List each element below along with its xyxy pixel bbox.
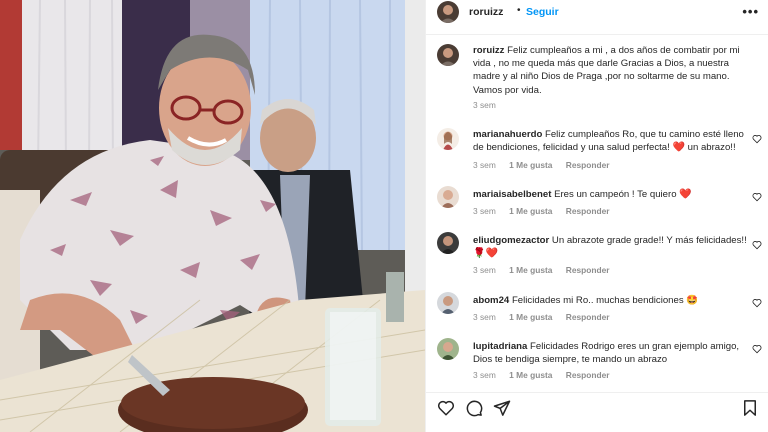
commenter-avatar[interactable] — [437, 186, 459, 208]
comment-heart-icon[interactable] — [752, 192, 762, 202]
comment-text: marianahuerdo Feliz cumpleaños Ro, que t… — [473, 128, 755, 154]
commenter-avatar[interactable] — [437, 292, 459, 314]
red-heart-emoji: ❤️ — [679, 189, 692, 200]
reply-button[interactable]: Responder — [566, 160, 610, 170]
comment-likes[interactable]: 1 Me gusta — [509, 312, 552, 322]
caption-username[interactable]: roruizz — [473, 45, 504, 56]
caption-time: 3 sem — [473, 100, 496, 110]
comment-username[interactable]: abom24 — [473, 295, 509, 306]
reply-button[interactable]: Responder — [566, 312, 610, 322]
red-heart-emoji: ❤️ — [672, 142, 685, 154]
actions-divider — [426, 392, 768, 393]
instagram-post-window: roruizz • Seguir ••• roruizz Feliz cumpl… — [0, 0, 768, 432]
caption-avatar[interactable] — [437, 44, 459, 66]
comment: lupitadriana Felicidades Rodrigo eres un… — [426, 338, 768, 384]
post-header: roruizz • Seguir ••• — [426, 0, 768, 26]
commenter-avatar[interactable] — [437, 232, 459, 254]
comment-username[interactable]: mariaisabelbenet — [473, 189, 551, 200]
comment: marianahuerdo Feliz cumpleaños Ro, que t… — [426, 128, 768, 174]
comment-text: eliudgomezactor Un abrazote grade grade!… — [473, 234, 755, 260]
reply-button[interactable]: Responder — [566, 206, 610, 216]
comment-heart-icon[interactable] — [752, 344, 762, 354]
comment-heart-icon[interactable] — [752, 240, 762, 250]
rose-heart-emoji: 🌹❤️ — [473, 248, 498, 260]
commenter-avatar[interactable] — [437, 128, 459, 150]
heart-icon[interactable] — [437, 399, 455, 417]
header-divider — [426, 34, 768, 35]
comment: abom24 Felicidades mi Ro.. muchas bendic… — [426, 292, 768, 324]
comment-likes[interactable]: 1 Me gusta — [509, 265, 552, 275]
comment-body: Felicidades mi Ro.. muchas bendiciones — [511, 295, 684, 306]
comment-likes[interactable]: 1 Me gusta — [509, 160, 552, 170]
reply-button[interactable]: Responder — [566, 265, 610, 275]
post-photo[interactable] — [0, 0, 425, 432]
comment-time: 3 sem — [473, 206, 496, 216]
comment-meta: 3 sem 1 Me gusta Responder — [473, 160, 621, 170]
share-icon[interactable] — [493, 399, 511, 417]
more-options-icon[interactable]: ••• — [742, 4, 759, 19]
author-avatar[interactable] — [437, 1, 459, 23]
comment-meta: 3 sem 1 Me gusta Responder — [473, 206, 621, 216]
comment-text: abom24 Felicidades mi Ro.. muchas bendic… — [473, 294, 755, 307]
comment-meta: 3 sem 1 Me gusta Responder — [473, 370, 621, 380]
birthday-photo-image — [0, 0, 425, 432]
comment-text: lupitadriana Felicidades Rodrigo eres un… — [473, 340, 755, 366]
comment-time: 3 sem — [473, 160, 496, 170]
comment-likes[interactable]: 1 Me gusta — [509, 370, 552, 380]
comment-text: mariaisabelbenet Eres un campeón ! Te qu… — [473, 188, 755, 201]
separator-dot: • — [517, 5, 521, 16]
comment: eliudgomezactor Un abrazote grade grade!… — [426, 232, 768, 278]
follow-button[interactable]: Seguir — [526, 6, 559, 18]
comment-body-tail: un abrazo!! — [684, 142, 736, 154]
commenter-avatar[interactable] — [437, 338, 459, 360]
comment-heart-icon[interactable] — [752, 134, 762, 144]
comment-username[interactable]: lupitadriana — [473, 341, 527, 352]
caption-body: Feliz cumpleaños a mi , a dos años de co… — [473, 45, 740, 96]
comment-likes[interactable]: 1 Me gusta — [509, 206, 552, 216]
comment-time: 3 sem — [473, 370, 496, 380]
comment-icon[interactable] — [465, 399, 483, 417]
post-actions-bar — [426, 396, 768, 422]
comment-heart-icon[interactable] — [752, 298, 762, 308]
comment: mariaisabelbenet Eres un campeón ! Te qu… — [426, 186, 768, 218]
comment-username[interactable]: eliudgomezactor — [473, 235, 549, 246]
star-struck-emoji: 🤩 — [686, 295, 699, 306]
caption-text: roruizz Feliz cumpleaños a mi , a dos añ… — [473, 44, 755, 97]
comment-meta: 3 sem 1 Me gusta Responder — [473, 312, 621, 322]
comment-username[interactable]: marianahuerdo — [473, 129, 542, 140]
caption: roruizz Feliz cumpleaños a mi , a dos añ… — [426, 44, 768, 116]
bookmark-icon[interactable] — [741, 399, 759, 417]
comment-time: 3 sem — [473, 312, 496, 322]
comment-body: Eres un campeón ! Te quiero — [554, 189, 677, 200]
post-details-panel: roruizz • Seguir ••• roruizz Feliz cumpl… — [425, 0, 768, 432]
comment-time: 3 sem — [473, 265, 496, 275]
comment-body: Un abrazote grade grade!! Y más felicida… — [551, 235, 747, 246]
comment-meta: 3 sem 1 Me gusta Responder — [473, 265, 621, 275]
caption-meta: 3 sem — [473, 100, 507, 110]
author-username[interactable]: roruizz — [469, 6, 503, 18]
reply-button[interactable]: Responder — [566, 370, 610, 380]
